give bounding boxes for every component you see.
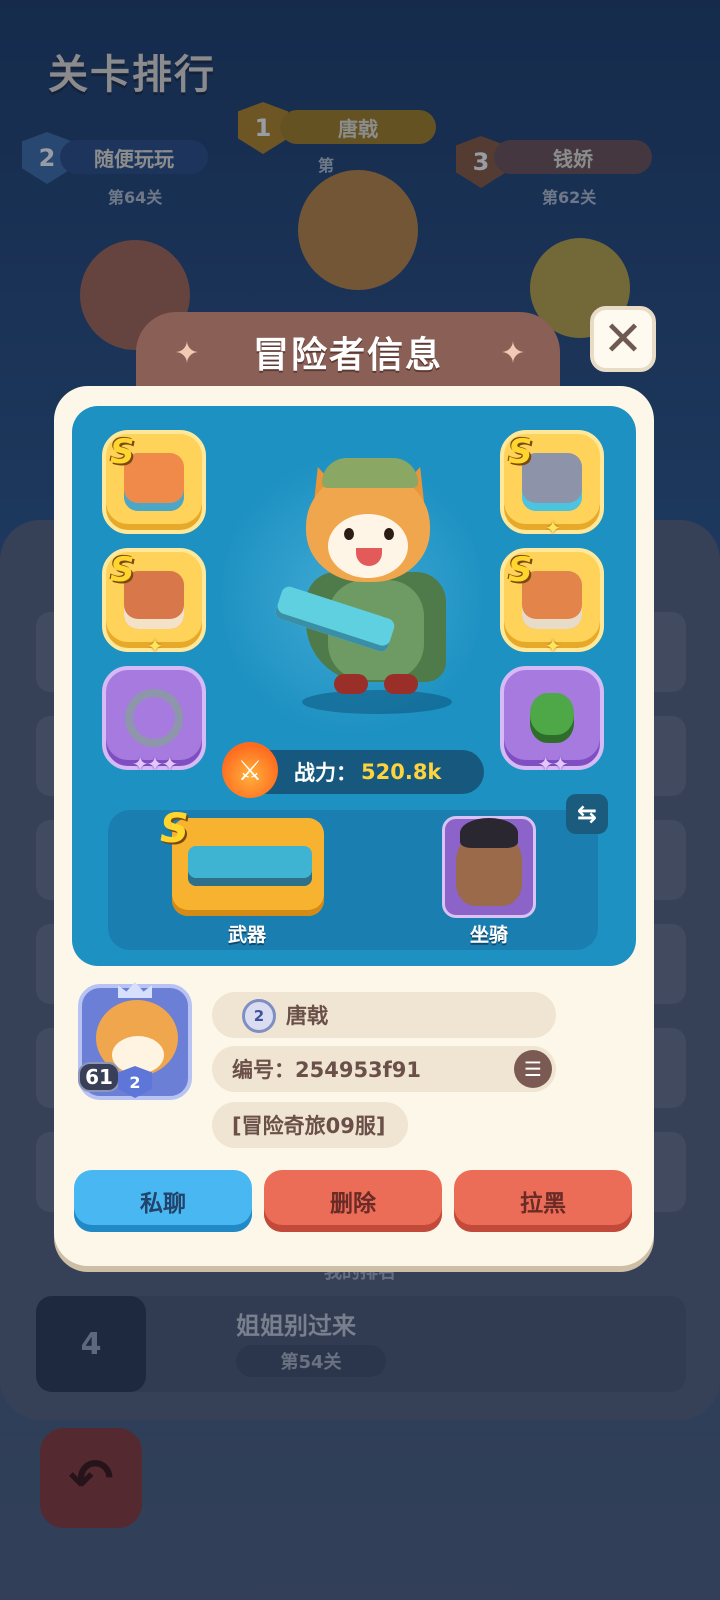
grade-label: S [110,432,135,472]
player-name: 唐戟 [286,1004,328,1028]
close-icon: ✕ [602,311,644,367]
weapon-grade-label: S [160,806,189,852]
star-rating: ✦ [146,634,164,658]
mount-label: 坐骑 [470,924,509,946]
sparkle-icon: ✦ [174,335,200,371]
private-chat-button[interactable]: 私聊 [74,1170,252,1232]
gear-slot-right-3[interactable]: ✦✦ [500,666,604,776]
star-rating: ✦✦ [537,752,569,776]
star-rating: ✦✦✦ [131,752,178,776]
gear-slot-right-1[interactable]: S ✦ [500,430,604,540]
player-level-badge: 61 [78,1062,120,1092]
copy-id-button[interactable]: ☰ [514,1050,552,1088]
copy-icon: ☰ [524,1057,542,1081]
swap-arrows-icon: ⇆ [576,800,598,828]
gear-slot-left-2[interactable]: S ✦ [102,548,206,658]
gear-slot-left-1[interactable]: S [102,430,206,534]
power-value: 520.8k [361,760,442,784]
grade-label: S [110,550,135,590]
player-id-pill: 编号：254953f91 [212,1046,556,1092]
amulet-gear-icon [530,693,574,743]
boar-mane [460,818,518,848]
weapon-label: 武器 [228,924,267,946]
flame-sword-icon: ⚔ [222,742,278,798]
player-id: 编号：254953f91 [232,1058,422,1082]
delete-friend-button[interactable]: 删除 [264,1170,442,1232]
ring-gear-icon [125,689,183,747]
gear-slot-left-3[interactable]: ✦✦✦ [102,666,206,776]
block-button[interactable]: 拉黑 [454,1170,632,1232]
star-rating: ✦ [544,634,562,658]
star-rating: ✦ [544,516,562,540]
hero-character [273,452,462,712]
gear-slot-right-2[interactable]: S ✦ [500,548,604,658]
server-name: [冒险奇旅09服] [232,1114,386,1138]
power-label: 战力： [294,761,357,785]
blaster-weapon-icon [188,846,312,886]
sparkle-icon: ✦ [500,335,526,371]
close-button[interactable]: ✕ [590,306,656,372]
combat-power: 战力： 520.8k [244,750,484,794]
swap-button[interactable]: ⇆ [566,794,608,834]
tier-medal-icon: 2 [242,999,276,1033]
server-pill: [冒险奇旅09服] [212,1102,408,1148]
grade-label: S [508,550,533,590]
grade-label: S [508,432,533,472]
